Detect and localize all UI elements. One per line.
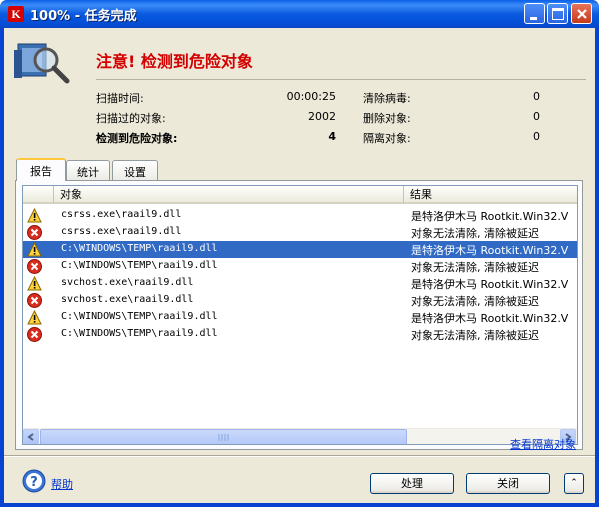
row-result: 对象无法清除, 清除被延迟 (411, 227, 539, 240)
tab-report[interactable]: 报告 (16, 158, 66, 181)
close-icon (577, 9, 587, 19)
tab-settings[interactable]: 设置 (112, 160, 158, 180)
scrollbar-thumb[interactable] (40, 429, 407, 444)
maximize-icon (552, 8, 564, 20)
tab-settings-label: 设置 (124, 166, 146, 179)
close-button[interactable]: 关闭 (466, 473, 550, 494)
horizontal-scrollbar[interactable] (23, 428, 577, 444)
row-object: csrss.exe\raail9.dll (61, 209, 182, 220)
table-row[interactable]: csrss.exe\raail9.dll 是特洛伊木马 Rootkit.Win32… (23, 207, 577, 224)
view-quarantine-link[interactable]: 查看隔离对象 (510, 436, 576, 452)
detection-list[interactable]: 对象 结果 csrss.exe\raail9.dll 是特洛伊木马 Rootkit… (22, 185, 578, 445)
row-object: svchost.exe\raail9.dll (61, 294, 194, 305)
title-bar[interactable]: K 100% - 任务完成 (0, 0, 599, 28)
deleted-value: 0 (533, 110, 540, 123)
cleaned-label: 清除病毒: (363, 92, 411, 105)
column-header-object[interactable]: 对象 (54, 186, 404, 203)
row-result: 是特洛伊木马 Rootkit.Win32.V (411, 278, 569, 291)
table-row[interactable]: C:\WINDOWS\TEMP\raail9.dll 是特洛伊木马 Rootkit… (23, 309, 577, 326)
dialog-body: 注意! 检测到危险对象 扫描时间: 00:00:25 扫描过的对象: 2002 … (4, 28, 595, 503)
row-result: 对象无法清除, 清除被延迟 (411, 295, 539, 308)
row-result: 是特洛伊木马 Rootkit.Win32.V (411, 312, 569, 325)
grip-icon (218, 434, 229, 441)
detected-objects-label: 检测到危险对象: (96, 132, 178, 145)
process-button[interactable]: 处理 (370, 473, 454, 494)
header-divider (96, 79, 586, 80)
tab-statistics[interactable]: 统计 (66, 160, 110, 180)
help-icon[interactable]: ? (22, 469, 46, 493)
row-object: C:\WINDOWS\TEMP\raail9.dll (61, 328, 218, 339)
table-row[interactable]: C:\WINDOWS\TEMP\raail9.dll 是特洛伊木马 Rootkit… (23, 241, 577, 258)
table-row[interactable]: svchost.exe\raail9.dll 是特洛伊木马 Rootkit.Win… (23, 275, 577, 292)
scan-magnifier-icon (14, 43, 70, 84)
scan-time-label: 扫描时间: (96, 92, 144, 105)
error-icon (27, 293, 42, 308)
scroll-left-button[interactable] (23, 429, 39, 444)
deleted-label: 删除对象: (363, 112, 411, 125)
scanned-objects-value: 2002 (308, 110, 336, 123)
table-row[interactable]: csrss.exe\raail9.dll 对象无法清除, 清除被延迟 (23, 224, 577, 241)
dialog-window: K 100% - 任务完成 注意! 检测到危险对象 扫描时间: 00:00:25… (0, 0, 599, 507)
column-header-icon[interactable] (23, 186, 54, 203)
column-header-result[interactable]: 结果 (404, 186, 577, 203)
row-object: C:\WINDOWS\TEMP\raail9.dll (61, 260, 218, 271)
table-row[interactable]: C:\WINDOWS\TEMP\raail9.dll 对象无法清除, 清除被延迟 (23, 326, 577, 343)
arrow-left-icon (27, 433, 34, 441)
kaspersky-logo-icon: K (8, 6, 24, 22)
row-object: C:\WINDOWS\TEMP\raail9.dll (61, 311, 218, 322)
error-icon (27, 327, 42, 342)
collapse-button[interactable]: ⌃ (564, 473, 584, 494)
report-panel: 对象 结果 csrss.exe\raail9.dll 是特洛伊木马 Rootkit… (15, 180, 583, 450)
scanned-objects-label: 扫描过的对象: (96, 112, 166, 125)
close-window-button[interactable] (571, 3, 592, 24)
alert-title: 注意! 检测到危险对象 (96, 52, 253, 71)
quarantined-label: 隔离对象: (363, 132, 411, 145)
warning-icon (27, 208, 42, 223)
row-result: 是特洛伊木马 Rootkit.Win32.V (411, 244, 569, 257)
table-row[interactable]: svchost.exe\raail9.dll 对象无法清除, 清除被延迟 (23, 292, 577, 309)
svg-text:?: ? (30, 475, 38, 490)
cleaned-value: 0 (533, 90, 540, 103)
row-result: 对象无法清除, 清除被延迟 (411, 329, 539, 342)
warning-icon (27, 242, 42, 257)
warning-icon (27, 310, 42, 325)
minimize-icon (530, 17, 537, 20)
row-object: C:\WINDOWS\TEMP\raail9.dll (61, 243, 218, 254)
minimize-button[interactable] (524, 3, 545, 24)
row-result: 是特洛伊木马 Rootkit.Win32.V (411, 210, 569, 223)
scan-time-value: 00:00:25 (286, 90, 336, 103)
help-link[interactable]: 帮助 (51, 476, 73, 492)
row-object: svchost.exe\raail9.dll (61, 277, 194, 288)
row-result: 对象无法清除, 清除被延迟 (411, 261, 539, 274)
error-icon (27, 259, 42, 274)
list-header: 对象 结果 (23, 186, 577, 204)
detected-objects-value: 4 (328, 130, 336, 143)
warning-icon (27, 276, 42, 291)
row-object: csrss.exe\raail9.dll (61, 226, 182, 237)
tab-statistics-label: 统计 (77, 166, 99, 179)
tab-report-label: 报告 (30, 165, 52, 178)
maximize-button[interactable] (547, 3, 568, 24)
table-row[interactable]: C:\WINDOWS\TEMP\raail9.dll 对象无法清除, 清除被延迟 (23, 258, 577, 275)
error-icon (27, 225, 42, 240)
window-title: 100% - 任务完成 (30, 9, 137, 24)
scan-summary: 注意! 检测到危险对象 扫描时间: 00:00:25 扫描过的对象: 2002 … (4, 28, 595, 158)
quarantined-value: 0 (533, 130, 540, 143)
footer: ? 帮助 处理 关闭 ⌃ (4, 456, 595, 503)
